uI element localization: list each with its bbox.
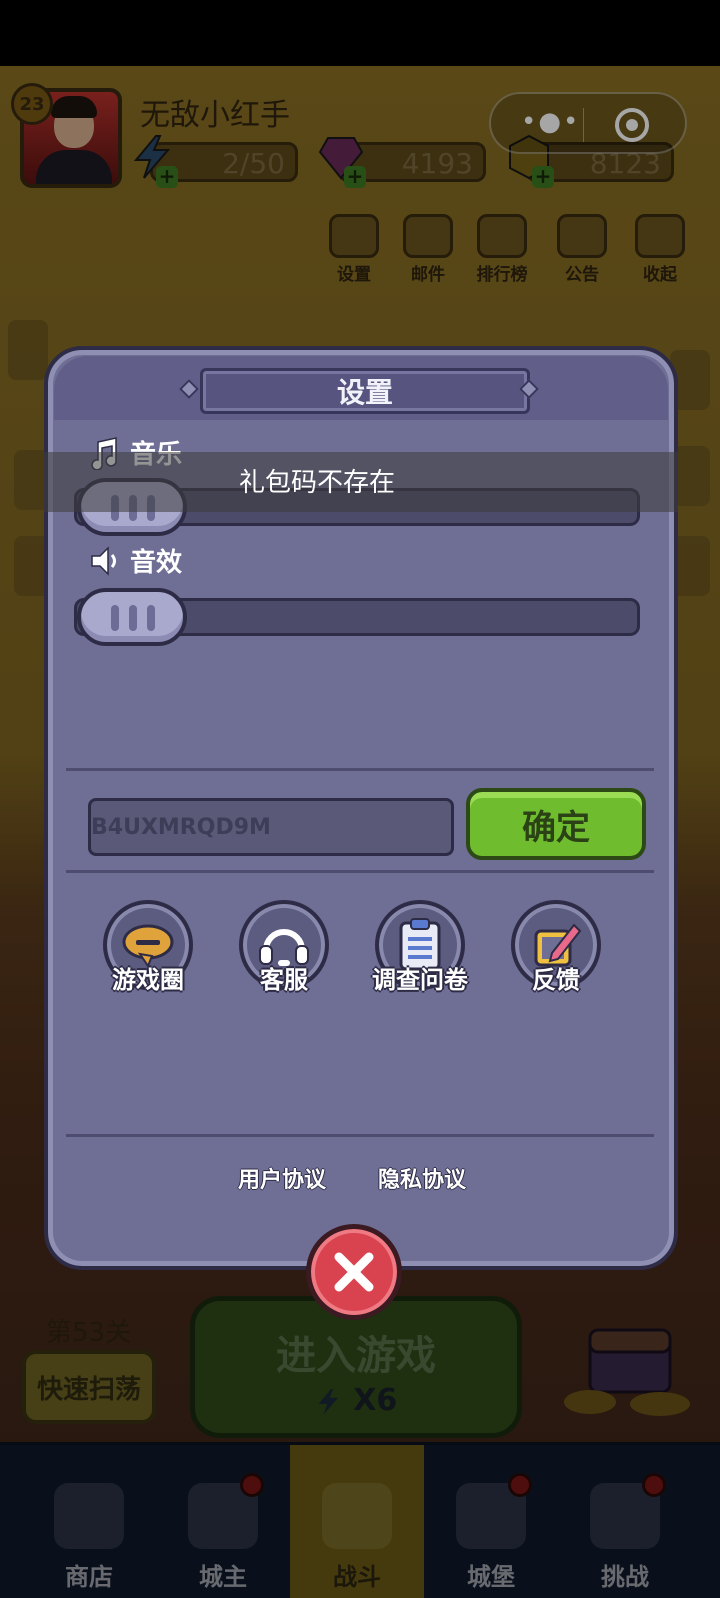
survey-button[interactable]: 调查问卷 bbox=[360, 900, 480, 994]
sfx-volume-handle[interactable] bbox=[77, 588, 187, 646]
dialog-title-plate: 设置 bbox=[200, 368, 530, 414]
sfx-volume-slider[interactable] bbox=[74, 588, 640, 646]
user-agreement-link[interactable]: 用户协议 bbox=[238, 1162, 326, 1194]
close-dialog-button[interactable] bbox=[306, 1224, 402, 1320]
divider bbox=[66, 768, 654, 771]
dialog-title: 设置 bbox=[336, 376, 393, 409]
status-bar bbox=[0, 0, 720, 66]
gift-code-input[interactable]: B4UXMRQD9M bbox=[88, 798, 454, 856]
customer-service-button[interactable]: 客服 bbox=[224, 900, 344, 994]
speaker-icon bbox=[91, 545, 116, 576]
game-circle-button[interactable]: 游戏圈 bbox=[88, 900, 208, 994]
close-icon bbox=[334, 1252, 374, 1292]
dialog-header: 设置 bbox=[54, 356, 668, 420]
confirm-button[interactable]: 确定 bbox=[466, 788, 646, 860]
feedback-button[interactable]: 反馈 bbox=[496, 900, 616, 994]
divider bbox=[66, 870, 654, 873]
toast-message: 礼包码不存在 bbox=[238, 468, 395, 498]
privacy-policy-link[interactable]: 隐私协议 bbox=[378, 1162, 466, 1194]
divider bbox=[66, 1134, 654, 1137]
sfx-label: 音效 bbox=[88, 542, 182, 579]
